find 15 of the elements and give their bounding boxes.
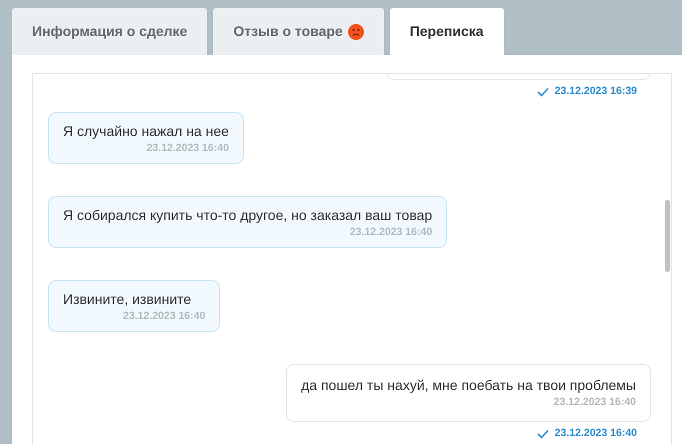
tab[interactable]: Информация о сделке [12, 8, 208, 55]
message-text: Я случайно нажал на нее [63, 122, 229, 141]
message-time: 23.12.2023 16:40 [552, 395, 636, 409]
message-time: 23.12.2023 16:40 [348, 225, 432, 239]
sad-face-icon [348, 24, 364, 40]
tab[interactable]: Отзыв о товаре [213, 8, 384, 55]
message-text: Я собирался купить что-то другое, но заказал ваш товар [63, 206, 432, 225]
message-time: 23.12.2023 16:40 [146, 141, 229, 155]
message-time: 23.12.2023 16:40 [123, 309, 206, 323]
message-text: Извините, извините [63, 290, 192, 309]
message-text: да пошел ты нахуй, мне поебать на твои проблемы [301, 376, 636, 395]
delivery-time: 23.12.2023 16:40 [554, 426, 637, 442]
delivery-time: 23.12.2023 16:39 [554, 84, 637, 100]
tab[interactable]: Переписка [390, 8, 504, 55]
scrollbar-thumb[interactable] [665, 200, 670, 272]
